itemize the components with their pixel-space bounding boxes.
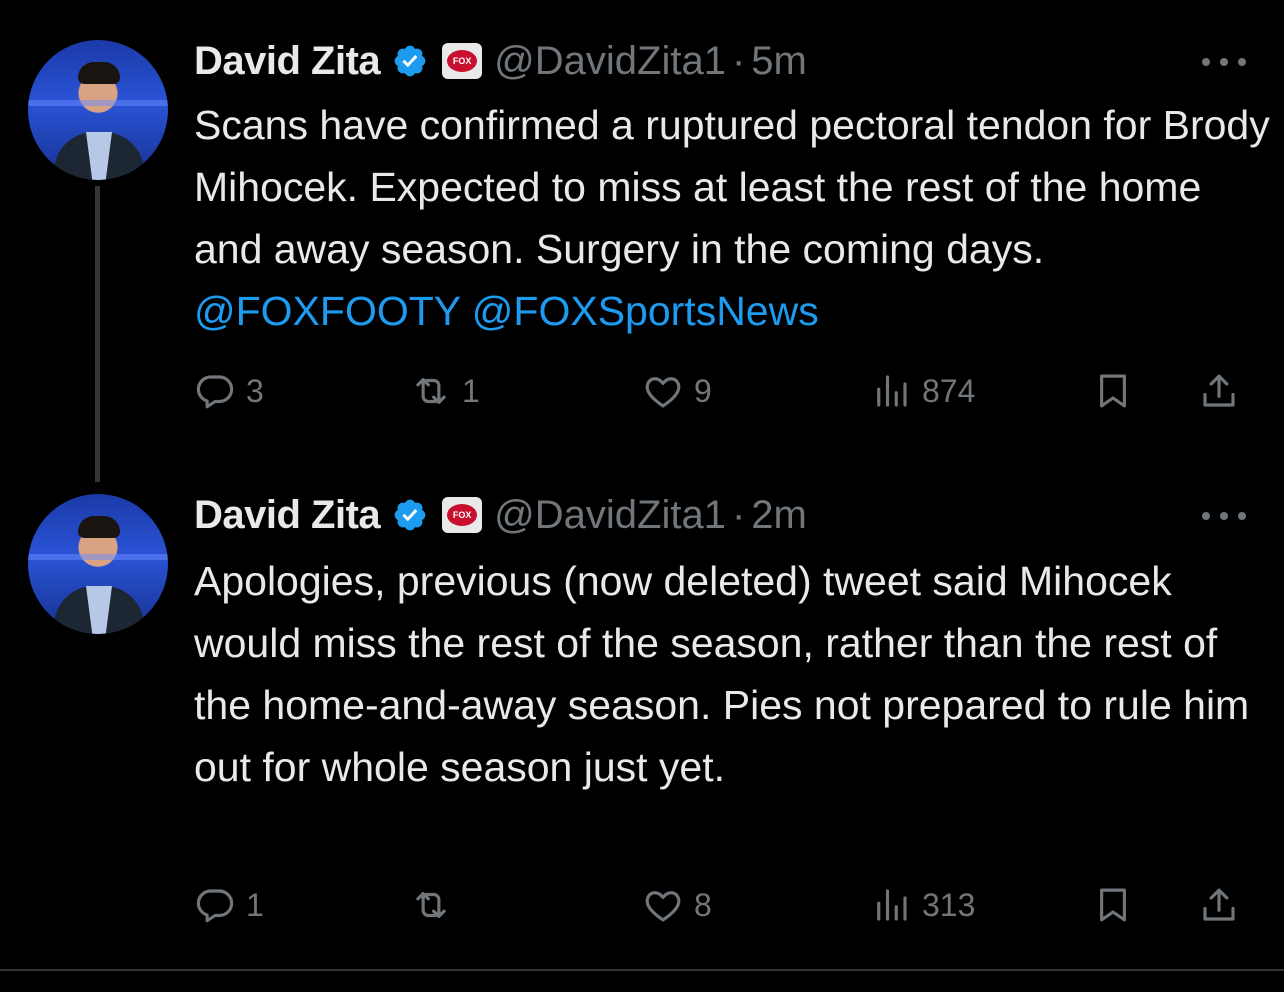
author-name[interactable]: David Zita <box>194 493 381 538</box>
reply-button[interactable]: 1 <box>194 880 264 930</box>
bookmark-button[interactable] <box>1092 366 1134 416</box>
retweet-icon <box>416 892 446 918</box>
analytics-icon <box>877 375 907 407</box>
share-icon <box>1203 888 1235 921</box>
avatar[interactable] <box>28 40 168 180</box>
separator-dot: · <box>731 492 746 537</box>
analytics-icon <box>877 889 907 921</box>
retweet-icon <box>416 378 446 404</box>
heart-icon <box>645 377 681 408</box>
reply-count: 3 <box>246 372 264 409</box>
avatar-hair <box>78 516 120 538</box>
tweet[interactable]: David Zita FOX @DavidZita1 · 2m Apologie… <box>0 470 1284 970</box>
retweet-count: 1 <box>462 372 480 409</box>
avatar[interactable] <box>28 494 168 634</box>
bookmark-button[interactable] <box>1092 880 1134 930</box>
separator-dot: · <box>731 38 746 83</box>
verified-badge-icon[interactable] <box>392 497 428 533</box>
views-button[interactable]: 313 <box>870 880 975 930</box>
fox-logo-text: FOX <box>447 504 478 526</box>
like-button[interactable]: 9 <box>642 366 712 416</box>
retweet-button[interactable]: 1 <box>410 366 480 416</box>
tweet-header: David Zita FOX @DavidZita1 · 2m <box>194 490 807 540</box>
share-icon <box>1203 374 1235 407</box>
avatar-background-stripe <box>28 554 168 560</box>
mention-link[interactable]: @FOXFOOTY <box>194 288 460 334</box>
like-button[interactable]: 8 <box>642 880 712 930</box>
more-options-icon[interactable] <box>1202 506 1246 526</box>
tweet-timestamp[interactable]: 5m <box>751 39 807 84</box>
heart-icon <box>645 891 681 922</box>
reply-count: 1 <box>246 886 264 923</box>
author-handle[interactable]: @DavidZita1 <box>494 39 726 84</box>
like-count: 8 <box>694 886 712 923</box>
tweet-text: Scans have confirmed a ruptured pectoral… <box>194 94 1274 342</box>
bookmark-icon <box>1100 374 1126 408</box>
reply-button[interactable]: 3 <box>194 366 264 416</box>
tweet-actions: 3 1 9 874 <box>194 366 1254 416</box>
author-handle[interactable]: @DavidZita1 <box>494 493 726 538</box>
author-name[interactable]: David Zita <box>194 39 381 84</box>
feed-divider <box>0 969 1284 971</box>
bookmark-icon <box>1100 888 1126 922</box>
verified-badge-icon[interactable] <box>392 43 428 79</box>
tweet-actions: 1 8 313 <box>194 880 1254 930</box>
reply-icon <box>196 375 234 409</box>
share-button[interactable] <box>1198 366 1240 416</box>
view-count: 313 <box>922 886 976 923</box>
fox-logo-text: FOX <box>447 50 478 72</box>
view-count: 874 <box>922 372 976 409</box>
thread-connector-line <box>95 186 100 482</box>
tweet-text: Apologies, previous (now deleted) tweet … <box>194 558 1250 790</box>
avatar-background-stripe <box>28 100 168 106</box>
retweet-button[interactable] <box>410 880 462 930</box>
mention-link[interactable]: @FOXSportsNews <box>472 288 819 334</box>
reply-icon <box>196 889 234 923</box>
tweet-header: David Zita FOX @DavidZita1 · 5m <box>194 36 807 86</box>
share-button[interactable] <box>1198 880 1240 930</box>
more-options-icon[interactable] <box>1202 52 1246 72</box>
tweet[interactable]: David Zita FOX @DavidZita1 · 5m Scans ha… <box>0 0 1284 482</box>
fox-footy-logo[interactable]: FOX <box>442 43 483 79</box>
tweet-text-content: Scans have confirmed a ruptured pectoral… <box>194 102 1270 272</box>
like-count: 9 <box>694 372 712 409</box>
fox-footy-logo[interactable]: FOX <box>442 497 483 533</box>
tweet-timestamp[interactable]: 2m <box>751 493 807 538</box>
views-button[interactable]: 874 <box>870 366 975 416</box>
avatar-hair <box>78 62 120 84</box>
